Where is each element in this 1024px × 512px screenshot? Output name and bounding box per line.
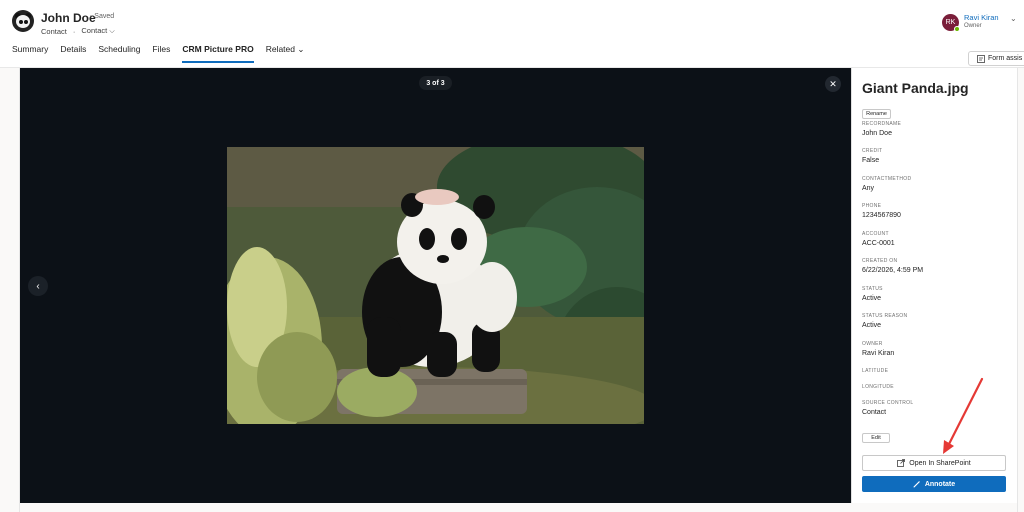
field-credit: CREDIT False [862, 148, 883, 164]
annotate-button[interactable]: Annotate [862, 476, 1006, 492]
field-recordname: RECORDNAME John Doe [862, 121, 902, 137]
tab-details[interactable]: Details [60, 44, 86, 63]
entity-name: Contact [41, 26, 67, 36]
tab-files[interactable]: Files [152, 44, 170, 63]
record-subtitle: Contact · Contact ⌵ [41, 26, 115, 36]
owner-name-link[interactable]: Ravi Kiran [964, 13, 999, 22]
form-tabs: Summary Details Scheduling Files CRM Pic… [12, 44, 305, 63]
panda-photo [227, 147, 644, 424]
field-created-on: CREATED ON 6/22/2026, 4:59 PM [862, 258, 924, 274]
form-assist-button[interactable]: Form assis [968, 51, 1024, 66]
previous-image-button[interactable]: ‹ [28, 276, 48, 296]
tab-crm-picture-pro[interactable]: CRM Picture PRO [182, 44, 255, 63]
chevron-down-icon[interactable]: ⌄ [1010, 14, 1017, 23]
chevron-down-icon: ⌄ [297, 44, 305, 54]
field-contactmethod: CONTACTMETHOD Any [862, 176, 912, 192]
form-selector[interactable]: Contact ⌵ [81, 26, 114, 36]
annotation-arrow-icon [943, 377, 984, 454]
owner-avatar[interactable]: RK [942, 14, 960, 32]
file-title: Giant Panda.jpg [862, 80, 969, 96]
owner-initials: RK [945, 19, 956, 26]
field-owner: OWNER Ravi Kiran [862, 341, 895, 357]
open-in-sharepoint-label: Open In SharePoint [909, 459, 971, 467]
open-in-sharepoint-button[interactable]: Open In SharePoint [862, 455, 1006, 471]
field-account: ACCOUNT ACC-0001 [862, 231, 895, 247]
image-counter: 3 of 3 [419, 76, 452, 90]
panda-image [227, 147, 644, 424]
rename-button[interactable]: Rename [862, 109, 891, 119]
owner-role: Owner [964, 23, 982, 29]
tab-related[interactable]: Related ⌄ [266, 44, 305, 63]
tab-related-label: Related [265, 44, 296, 54]
subtitle-separator: · [72, 26, 76, 36]
record-avatar [12, 10, 34, 32]
save-status: - Saved [90, 13, 115, 20]
form-assist-label: Form assis [988, 55, 1023, 62]
presence-icon [954, 26, 960, 32]
field-latitude: LATITUDE [862, 368, 889, 374]
page-frame [10, 68, 20, 512]
field-status: STATUS Active [862, 286, 883, 302]
chevron-down-icon: ⌵ [109, 28, 115, 35]
open-external-icon [897, 459, 906, 467]
edit-button[interactable]: Edit [862, 433, 890, 443]
form-assist-icon [977, 54, 985, 63]
record-title: John Doe [41, 11, 96, 25]
field-source-control: SOURCE CONTROL Contact [862, 400, 914, 416]
page-frame [1017, 68, 1024, 512]
close-icon[interactable]: ✕ [825, 76, 841, 92]
field-status-reason: STATUS REASON Active [862, 313, 908, 329]
field-phone: PHONE 1234567890 [862, 203, 901, 219]
form-name: Contact [81, 26, 108, 35]
annotate-label: Annotate [924, 480, 956, 488]
tab-summary[interactable]: Summary [12, 44, 48, 63]
field-longitude: LONGITUDE [862, 384, 894, 390]
pencil-icon [913, 481, 920, 488]
tab-scheduling[interactable]: Scheduling [98, 44, 140, 63]
